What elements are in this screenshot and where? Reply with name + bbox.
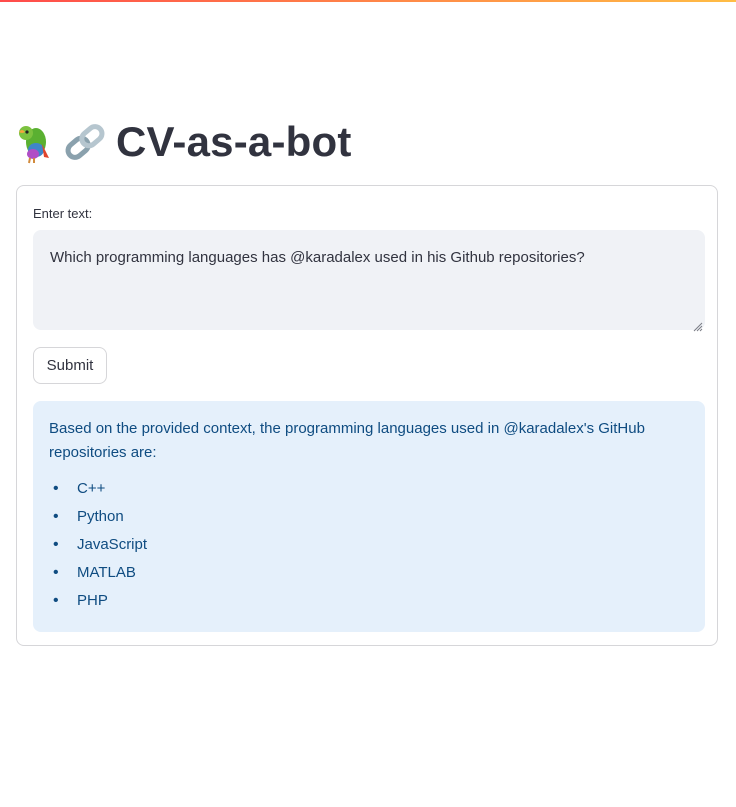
answer-text: Based on the provided context, the progr… [49, 420, 645, 461]
list-item: • JavaScript [49, 531, 689, 559]
language-name: PHP [77, 592, 108, 609]
resize-handle-icon[interactable] [693, 318, 703, 332]
bullet-icon: • [53, 480, 59, 497]
top-accent-bar [0, 0, 736, 2]
list-item: • PHP [49, 587, 689, 615]
link-icon [62, 120, 106, 164]
bullet-icon: • [53, 536, 59, 553]
title-row: CV-as-a-bot [16, 112, 352, 172]
language-name: JavaScript [77, 536, 148, 553]
parrot-icon [16, 120, 60, 164]
query-textarea[interactable]: Which programming languages has @karadal… [33, 230, 705, 332]
language-name: MATLAB [77, 564, 136, 581]
bullet-icon: • [53, 592, 59, 609]
query-form: Enter text: Which programming languages … [16, 185, 718, 646]
query-text: Which programming languages has @karadal… [50, 249, 585, 266]
list-item: • Python [49, 503, 689, 531]
bullet-icon: • [53, 564, 59, 581]
list-item: • C++ [49, 475, 689, 503]
language-name: C++ [77, 480, 106, 497]
input-label: Enter text: [33, 206, 93, 221]
language-name: Python [77, 508, 124, 525]
page-title: CV-as-a-bot [116, 118, 352, 165]
list-item: • MATLAB [49, 559, 689, 587]
submit-button[interactable]: Submit [33, 347, 107, 384]
language-list: • C++ • Python • JavaScript • MATLAB • P… [49, 475, 689, 615]
answer-box: Based on the provided context, the progr… [33, 401, 705, 632]
bullet-icon: • [53, 508, 59, 525]
